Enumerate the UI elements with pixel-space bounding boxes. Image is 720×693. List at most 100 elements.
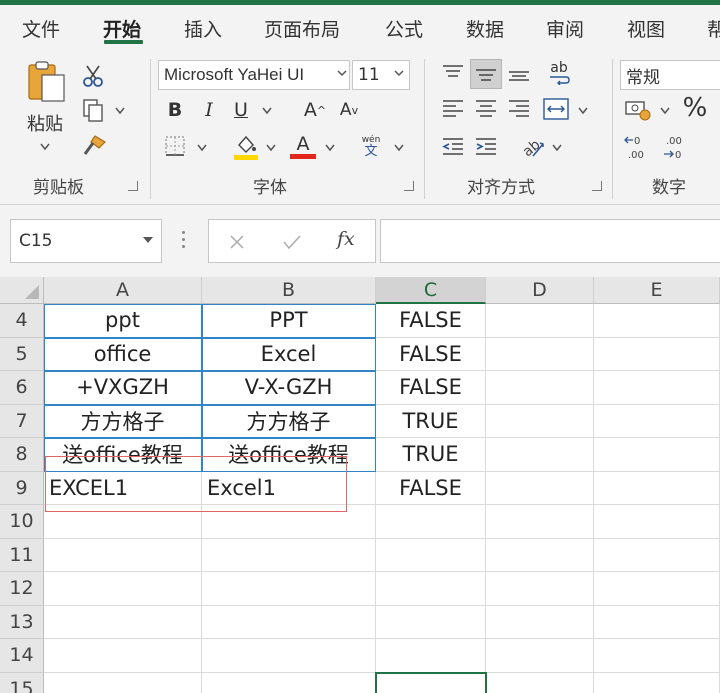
merge-dropdown-icon[interactable] <box>578 107 588 115</box>
paste-dropdown-icon[interactable] <box>40 143 50 151</box>
tab-data[interactable]: 数据 <box>466 15 504 42</box>
cell-c10[interactable] <box>376 505 486 539</box>
paste-icon[interactable] <box>20 61 70 103</box>
cancel-icon[interactable] <box>229 234 245 250</box>
align-left-icon[interactable] <box>440 97 466 121</box>
fill-color-icon[interactable] <box>232 133 260 161</box>
enter-icon[interactable] <box>283 234 301 250</box>
phonetic-guide-button[interactable]: wén 文 <box>356 133 386 161</box>
cell-c9[interactable]: FALSE <box>376 471 486 505</box>
borders-dropdown-icon[interactable] <box>197 144 207 152</box>
shrink-font-button[interactable]: Av <box>334 97 364 123</box>
underline-dropdown-icon[interactable] <box>262 107 272 115</box>
orientation-icon[interactable]: ab <box>518 133 548 161</box>
alignment-launcher-icon[interactable] <box>592 181 602 191</box>
wrap-text-button[interactable]: ab <box>545 59 573 87</box>
cell-d7[interactable] <box>486 404 594 438</box>
increase-decimal-icon[interactable]: 0.00 <box>624 133 654 161</box>
formula-input[interactable] <box>380 219 720 263</box>
cell-e8[interactable] <box>594 438 720 472</box>
cell-a9[interactable]: EXCEL1 <box>44 471 202 505</box>
cell-a8[interactable]: 送office教程 <box>44 438 202 472</box>
cell-c4[interactable]: FALSE <box>376 304 486 338</box>
cell-a7[interactable]: 方方格子 <box>44 404 202 438</box>
copy-icon[interactable] <box>80 97 106 123</box>
cell-d15[interactable] <box>486 672 594 693</box>
cell-a15[interactable] <box>44 672 202 693</box>
row-header[interactable]: 13 <box>0 605 44 639</box>
cell-b14[interactable] <box>202 639 376 673</box>
cell-e12[interactable] <box>594 572 720 606</box>
column-header-b[interactable]: B <box>202 277 376 304</box>
tab-formulas[interactable]: 公式 <box>385 15 423 42</box>
cell-c5[interactable]: FALSE <box>376 337 486 371</box>
select-all-button[interactable] <box>0 277 44 304</box>
tab-file[interactable]: 文件 <box>22 15 60 42</box>
column-header-a[interactable]: A <box>44 277 202 304</box>
row-header[interactable]: 4 <box>0 304 44 338</box>
cell-b8[interactable]: 送office教程 <box>202 438 376 472</box>
cell-b4[interactable]: PPT <box>202 304 376 338</box>
cell-e4[interactable] <box>594 304 720 338</box>
cell-a5[interactable]: office <box>44 337 202 371</box>
clipboard-launcher-icon[interactable] <box>128 181 138 191</box>
cell-e11[interactable] <box>594 538 720 572</box>
splitter-handle[interactable] <box>182 231 185 251</box>
cell-c12[interactable] <box>376 572 486 606</box>
decrease-decimal-icon[interactable]: .00 0 <box>660 133 690 161</box>
cell-d5[interactable] <box>486 337 594 371</box>
underline-button[interactable]: U <box>229 97 253 123</box>
tab-insert[interactable]: 插入 <box>184 15 222 42</box>
accounting-format-icon[interactable] <box>624 97 654 123</box>
cell-a10[interactable] <box>44 505 202 539</box>
cell-c11[interactable] <box>376 538 486 572</box>
cell-c6[interactable]: FALSE <box>376 371 486 405</box>
align-bottom-icon[interactable] <box>506 61 532 85</box>
cell-e9[interactable] <box>594 471 720 505</box>
tab-page-layout[interactable]: 页面布局 <box>264 15 340 42</box>
row-header[interactable]: 12 <box>0 572 44 606</box>
cell-e13[interactable] <box>594 605 720 639</box>
align-middle-icon[interactable] <box>470 59 502 89</box>
cell-d4[interactable] <box>486 304 594 338</box>
cell-e14[interactable] <box>594 639 720 673</box>
cell-c8[interactable]: TRUE <box>376 438 486 472</box>
align-center-icon[interactable] <box>473 97 499 121</box>
cell-c15[interactable] <box>376 672 486 693</box>
row-header[interactable]: 5 <box>0 337 44 371</box>
row-header[interactable]: 15 <box>0 672 44 693</box>
row-header[interactable]: 10 <box>0 505 44 539</box>
merge-center-icon[interactable] <box>542 96 570 122</box>
cell-d8[interactable] <box>486 438 594 472</box>
copy-dropdown-icon[interactable] <box>115 107 125 115</box>
cell-b10[interactable] <box>202 505 376 539</box>
cell-b6[interactable]: V-X-GZH <box>202 371 376 405</box>
borders-icon[interactable] <box>162 133 188 159</box>
font-color-button[interactable]: A <box>288 131 318 161</box>
cell-a12[interactable] <box>44 572 202 606</box>
cell-a4[interactable]: ppt <box>44 304 202 338</box>
cell-b13[interactable] <box>202 605 376 639</box>
font-launcher-icon[interactable] <box>404 181 414 191</box>
cell-d13[interactable] <box>486 605 594 639</box>
column-header-e[interactable]: E <box>594 277 720 304</box>
decrease-indent-icon[interactable] <box>440 135 466 159</box>
name-box-dropdown-icon[interactable] <box>143 237 153 245</box>
cell-c7[interactable]: TRUE <box>376 404 486 438</box>
row-header[interactable]: 7 <box>0 404 44 438</box>
tab-help[interactable]: 帮 <box>707 15 720 42</box>
row-header[interactable]: 9 <box>0 471 44 505</box>
cell-b5[interactable]: Excel <box>202 337 376 371</box>
tab-review[interactable]: 审阅 <box>546 15 584 42</box>
cell-e10[interactable] <box>594 505 720 539</box>
percent-button[interactable]: % <box>680 93 710 123</box>
row-header[interactable]: 14 <box>0 639 44 673</box>
cell-b11[interactable] <box>202 538 376 572</box>
cell-d9[interactable] <box>486 471 594 505</box>
cell-d14[interactable] <box>486 639 594 673</box>
cell-b12[interactable] <box>202 572 376 606</box>
row-header[interactable]: 11 <box>0 538 44 572</box>
font-size-select[interactable]: 11 <box>352 60 410 90</box>
font-color-dropdown-icon[interactable] <box>325 144 335 152</box>
bold-button[interactable]: B <box>163 97 187 123</box>
